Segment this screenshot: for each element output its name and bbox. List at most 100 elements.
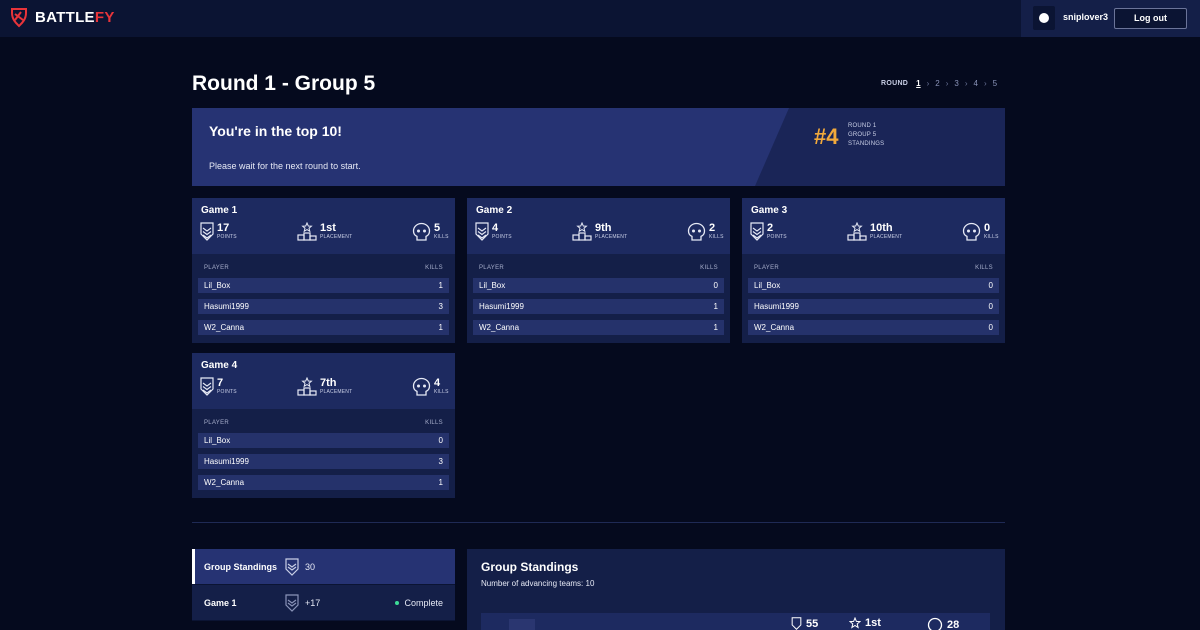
skull-icon: [412, 222, 431, 241]
podium-star-icon: [572, 222, 592, 241]
table-row: W2_Canna 1: [473, 320, 724, 335]
player-name: Hasumi1999: [479, 302, 524, 311]
game-title: Game 1: [201, 205, 238, 216]
player-table: PLAYER KILLS Lil_Box 1 Hasumi1999 3 W2_C…: [192, 258, 455, 343]
standings-row[interactable]: 55 1st 28: [481, 613, 990, 630]
chevron-right-icon: ›: [945, 79, 949, 88]
points-value: 4: [492, 222, 499, 234]
status-dot-icon: [395, 600, 400, 605]
panel-title: Group Standings: [481, 560, 579, 574]
kills-label: KILLS: [709, 234, 724, 240]
row-kills: 28: [927, 617, 959, 630]
rank-meta-standings: STANDINGS: [848, 141, 885, 147]
placement-label: PLACEMENT: [320, 234, 353, 240]
game-title: Game 4: [201, 360, 238, 371]
table-header: PLAYER KILLS: [473, 258, 724, 278]
player-kills: 1: [713, 302, 718, 311]
placement-value: 7th: [320, 377, 337, 389]
game-title: Game 3: [751, 205, 788, 216]
advancing-teams-text: Number of advancing teams: 10: [481, 579, 595, 588]
brand-name: BATTLEFY: [35, 9, 115, 26]
player-table: PLAYER KILLS Lil_Box 0 Hasumi1999 0 W2_C…: [742, 258, 1005, 343]
table-row: Lil_Box 0: [748, 278, 999, 293]
points-stat: 7 POINTS: [200, 377, 237, 396]
game-header: Game 4 7 POINTS 7th PLACEMENT 4 KILLS: [192, 353, 455, 409]
kills-column-header: KILLS: [700, 265, 718, 271]
kills-stat: 5 KILLS: [412, 222, 449, 242]
player-kills: 1: [438, 478, 443, 487]
game-card: Game 2 4 POINTS 9th PLACEMENT 2 KILLS PLAYE…: [467, 198, 730, 343]
player-name: Lil_Box: [204, 281, 231, 290]
tab-label: Group Standings: [204, 561, 277, 572]
round-link-5[interactable]: 5: [993, 79, 997, 88]
kills-value: 4: [434, 377, 441, 389]
kills-column-header: KILLS: [975, 265, 993, 271]
table-row: Lil_Box 0: [473, 278, 724, 293]
logout-button[interactable]: Log out: [1114, 8, 1187, 29]
row-points: 55: [791, 617, 818, 630]
top-navbar: BATTLEFY sniplover3 Log out: [0, 0, 1200, 37]
user-menu: sniplover3 Log out: [1021, 0, 1200, 37]
round-link-4[interactable]: 4: [974, 79, 978, 88]
points-stat: 2 POINTS: [750, 222, 787, 241]
player-name: W2_Canna: [754, 323, 795, 332]
player-name: W2_Canna: [204, 478, 245, 487]
game-card: Game 4 7 POINTS 7th PLACEMENT 4 KILLS PLAYE…: [192, 353, 455, 498]
points-value: 7: [217, 377, 224, 389]
points-value: 17: [217, 222, 230, 234]
game-header: Game 2 4 POINTS 9th PLACEMENT 2 KILLS: [467, 198, 730, 254]
kills-column-header: KILLS: [425, 265, 443, 271]
tab-label: Game 1: [204, 597, 237, 608]
placement-stat: 7th PLACEMENT: [297, 377, 352, 396]
tab-game-1[interactable]: Game 1 +17 Complete: [192, 585, 455, 621]
player-kills: 1: [438, 281, 443, 290]
kills-label: KILLS: [434, 389, 449, 395]
avatar[interactable]: [1033, 6, 1055, 30]
kills-stat: 4 KILLS: [412, 377, 449, 397]
table-row: Hasumi1999 1: [473, 299, 724, 314]
points-stat: 17 POINTS: [200, 222, 237, 241]
chevron-right-icon: ›: [926, 79, 930, 88]
player-name: W2_Canna: [479, 323, 520, 332]
player-kills: 0: [988, 323, 993, 332]
points-value: 2: [767, 222, 774, 234]
player-name: Hasumi1999: [204, 302, 249, 311]
chevron-right-icon: ›: [964, 79, 968, 88]
player-column-header: PLAYER: [204, 420, 230, 426]
points-chevron-icon: [285, 558, 299, 576]
rank-meta: ROUND 1 GROUP 5 STANDINGS: [848, 122, 884, 149]
username[interactable]: sniplover3: [1063, 12, 1108, 22]
table-row: W2_Canna 1: [198, 320, 449, 335]
table-row: Lil_Box 1: [198, 278, 449, 293]
skull-icon: [687, 222, 706, 241]
player-kills: 1: [438, 323, 443, 332]
rank-meta-round: ROUND 1: [848, 123, 877, 129]
placement-label: PLACEMENT: [870, 234, 903, 240]
kills-stat: 0 KILLS: [962, 222, 999, 242]
kills-value: 5: [434, 222, 441, 234]
battlefy-logo-icon: [11, 8, 27, 28]
player-table: PLAYER KILLS Lil_Box 0 Hasumi1999 3 W2_C…: [192, 413, 455, 498]
round-link-2[interactable]: 2: [935, 79, 939, 88]
placement-value: 9th: [595, 222, 612, 234]
game-header: Game 3 2 POINTS 10th PLACEMENT 0 KILLS: [742, 198, 1005, 254]
points-label: POINTS: [492, 234, 512, 240]
placement-stat: 9th PLACEMENT: [572, 222, 627, 241]
player-kills: 3: [438, 457, 443, 466]
section-divider: [192, 522, 1005, 523]
tab-points: 30: [305, 561, 316, 572]
battlefy-logo[interactable]: BATTLEFY: [9, 6, 115, 28]
round-pagination: ROUND 1 › 2 › 3 › 4 › 5: [881, 79, 997, 88]
player-kills: 1: [713, 323, 718, 332]
game-title: Game 2: [476, 205, 513, 216]
tab-group-standings[interactable]: Group Standings 30: [192, 549, 455, 585]
player-kills: 3: [438, 302, 443, 311]
table-row: Hasumi1999 3: [198, 454, 449, 469]
podium-star-icon: [297, 222, 317, 241]
round-link-3[interactable]: 3: [954, 79, 958, 88]
star-icon: [849, 617, 861, 629]
player-kills: 0: [713, 281, 718, 290]
kills-label: KILLS: [434, 234, 449, 240]
brand-part-2: FY: [94, 8, 115, 26]
round-link-1[interactable]: 1: [916, 79, 920, 88]
